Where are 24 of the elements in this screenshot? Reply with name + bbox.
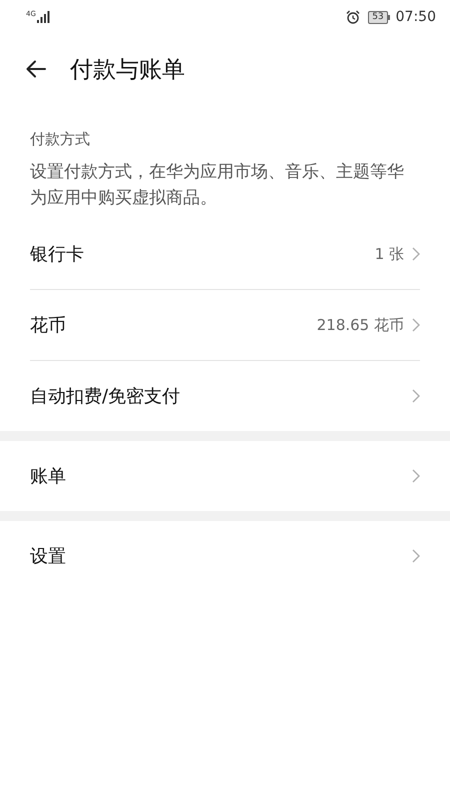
list-item[interactable]: 花币 218.65 花币 — [30, 290, 420, 360]
status-time: 07:50 — [396, 9, 436, 25]
chevron-icon — [412, 549, 420, 563]
chevron-icon — [412, 247, 420, 261]
chevron-icon — [412, 469, 420, 483]
item-label: 银行卡 — [30, 243, 84, 266]
alarm-clock-icon — [346, 10, 360, 24]
section-description: 设置付款方式，在华为应用市场、音乐、主题等华为应用中购买虚拟商品。 — [30, 161, 405, 210]
section-label: 付款方式 — [30, 129, 91, 149]
list-item[interactable]: 自动扣费/免密支付 — [30, 361, 420, 431]
list-item[interactable]: 银行卡 1 张 — [30, 219, 420, 289]
signal-icon — [36, 11, 51, 23]
item-value: 1 张 — [374, 244, 404, 264]
list-item[interactable]: 账单 — [30, 441, 420, 511]
item-label: 自动扣费/免密支付 — [30, 385, 180, 408]
chevron-icon — [412, 318, 420, 332]
battery-level: 53 — [368, 10, 388, 24]
item-label: 账单 — [30, 465, 66, 488]
item-label: 设置 — [30, 545, 66, 568]
item-label: 花币 — [30, 314, 66, 337]
item-value: 218.65 花币 — [316, 316, 404, 334]
chevron-icon — [412, 389, 420, 403]
list-item[interactable]: 设置 — [30, 521, 420, 591]
page-title: 付款与账单 — [70, 56, 185, 84]
